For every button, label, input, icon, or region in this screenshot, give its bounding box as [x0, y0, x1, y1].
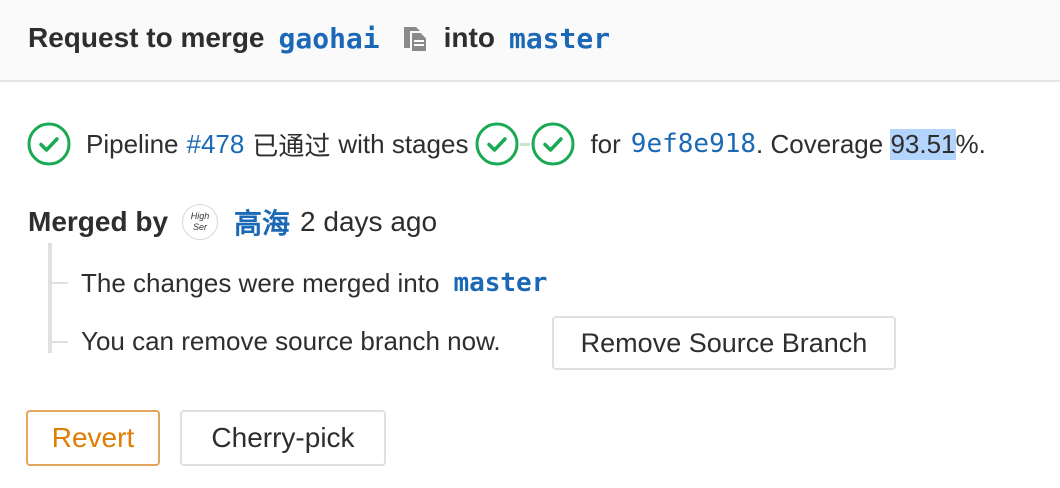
pipeline-stages [474, 121, 576, 167]
stage-2-check-circle-icon[interactable] [530, 121, 576, 167]
source-branch-link[interactable]: gaohai [279, 22, 380, 55]
timeline-tick [52, 341, 68, 343]
avatar[interactable]: High Ser [182, 204, 219, 240]
merge-request-header: Request to merge gaohai into master [0, 0, 1060, 82]
remove-branch-text: You can remove source branch now. [81, 325, 501, 356]
stage-1-check-circle-icon[interactable] [474, 121, 520, 167]
merged-by-user-link[interactable]: 高海 [234, 202, 290, 242]
pipeline-status-text: 已通过 [252, 130, 331, 161]
pipeline-with-stages: with stages [338, 128, 469, 159]
merged-into-branch-link[interactable]: master [453, 268, 547, 298]
remove-source-branch-button[interactable]: Remove Source Branch [552, 316, 896, 370]
revert-button[interactable]: Revert [26, 410, 160, 466]
merge-request-title: Request to merge gaohai into master [28, 18, 610, 58]
pipeline-label: Pipeline [86, 128, 179, 159]
coverage-suffix: %. [955, 128, 986, 159]
cherry-pick-button[interactable]: Cherry-pick [180, 410, 386, 466]
pipeline-status-check-circle-icon[interactable] [26, 121, 72, 167]
pipeline-for: for [590, 128, 621, 159]
merged-by-row: Merged by High Ser 高海 2 days ago [28, 200, 437, 244]
merged-by-label: Merged by [28, 206, 169, 237]
pipeline-status: Pipeline #478 已通过 with stages for 9ef8e9… [26, 121, 986, 167]
merged-time: 2 days ago [300, 206, 438, 237]
avatar-text-line2: Ser [193, 222, 208, 232]
stage-connector [520, 142, 531, 146]
avatar-text-line1: High [190, 211, 210, 221]
target-branch-link[interactable]: master [509, 22, 610, 55]
title-into: into [443, 22, 495, 53]
timeline-line [48, 243, 52, 353]
coverage-value: 93.51 [890, 128, 956, 160]
remove-branch-message: You can remove source branch now. [81, 322, 501, 360]
commit-sha-link[interactable]: 9ef8e918 [631, 129, 756, 159]
title-prefix: Request to merge [28, 22, 265, 53]
coverage-label: . Coverage [756, 128, 891, 159]
timeline-tick [52, 282, 68, 284]
merged-into-text: The changes were merged into [81, 267, 440, 298]
merged-into-message: The changes were merged into master [81, 264, 547, 302]
pipeline-id-link[interactable]: #478 [187, 129, 245, 160]
clipboard-copy-icon[interactable] [400, 23, 430, 53]
